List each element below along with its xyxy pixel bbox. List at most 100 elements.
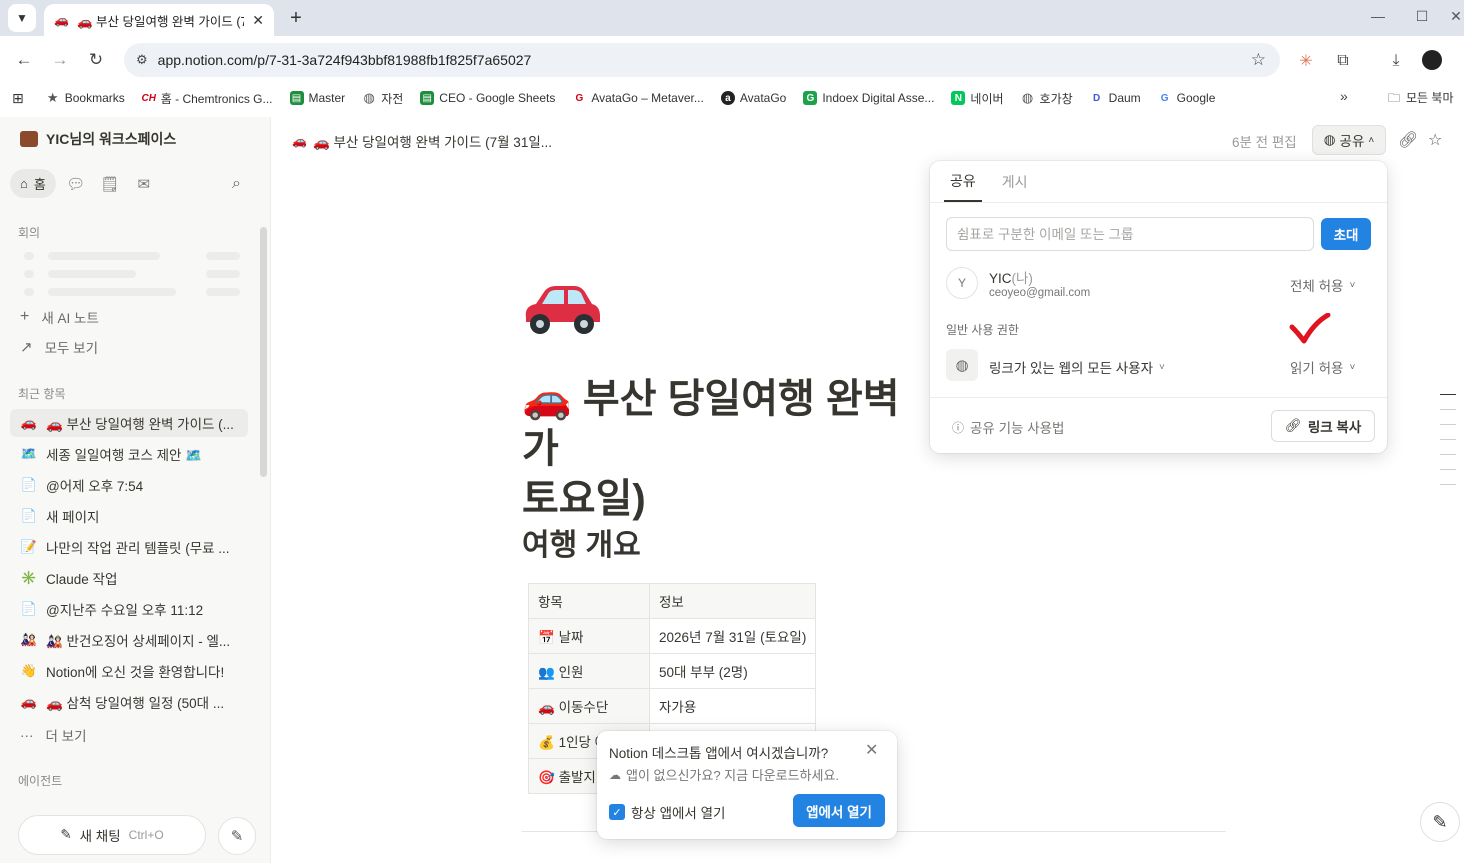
reload-button[interactable]: ↻ xyxy=(84,48,108,72)
copy-link-button[interactable]: 🔗︎ 링크 복사 xyxy=(1271,410,1375,442)
bookmark-item[interactable]: ◍ 호가창 xyxy=(1021,90,1073,107)
bookmark-item[interactable]: ▤ CEO - Google Sheets xyxy=(420,91,555,105)
address-bar: ← → ↻ ⚙ app.notion.com/p/7-31-3a724f943b… xyxy=(0,36,1464,84)
chevron-up-icon: ˄ xyxy=(1368,134,1375,146)
bookmark-item[interactable]: ◍ 자전 xyxy=(362,90,404,107)
more-button[interactable]: ··· 더 보기 xyxy=(20,725,87,745)
open-in-app-toast: Notion 데스크톱 앱에서 여시겠습니까? ✕ ☁ 앱이 없으신가요? 지금… xyxy=(597,731,897,839)
bookmark-item[interactable]: CH 홈 - Chemtronics G... xyxy=(142,90,273,107)
compose-icon[interactable]: ✎ xyxy=(218,817,256,855)
share-help-link[interactable]: ⓘ 공유 기능 사용법 xyxy=(952,417,1064,437)
table-header[interactable]: 정보 xyxy=(648,583,817,619)
url-text[interactable]: app.notion.com/p/7-31-3a724f943bbf81988f… xyxy=(158,52,1251,68)
close-window-button[interactable]: ✕ xyxy=(1446,8,1464,25)
new-tab-button[interactable]: + xyxy=(284,6,308,30)
browser-tab-active[interactable]: 🚗 🚗 부산 당일여행 완벽 가이드 (7월 ✕ xyxy=(44,4,274,36)
bookmark-item[interactable]: ▤ Master xyxy=(289,91,345,105)
sidebar-item-task-template[interactable]: 📝 나만의 작업 관리 템플릿 (무료 ... xyxy=(10,533,248,561)
more-bookmarks-icon[interactable]: » xyxy=(1340,88,1348,104)
page-title[interactable]: 🚗 부산 당일여행 완벽 가 토요일) xyxy=(522,374,932,524)
globe-icon: ◍ xyxy=(363,90,375,105)
bookmark-item[interactable]: D Daum xyxy=(1090,91,1141,105)
new-chat-button[interactable]: ✎ 새 채팅 Ctrl+O xyxy=(18,815,206,855)
omnibox[interactable]: ⚙ app.notion.com/p/7-31-3a724f943bbf8198… xyxy=(124,43,1280,77)
globe-icon: ◍ xyxy=(946,349,978,381)
section-heading[interactable]: 여행 개요 xyxy=(522,520,641,564)
forward-button[interactable]: → xyxy=(48,48,72,72)
tab-share[interactable]: 공유 xyxy=(944,161,982,202)
bookmark-item[interactable]: ★ Bookmarks xyxy=(46,90,125,105)
bookmark-item[interactable]: G AvataGo – Metaver... xyxy=(572,91,703,105)
skeleton-row xyxy=(206,288,240,296)
minimize-button[interactable]: — xyxy=(1368,8,1388,24)
divider xyxy=(930,202,1387,203)
download-app-link[interactable]: ☁ 앱이 없으신가요? 지금 다운로드하세요. xyxy=(609,765,839,784)
bookmark-item[interactable]: a AvataGo xyxy=(720,91,786,105)
sidebar-item-squid-detail[interactable]: 🎎 🎎 반건오징어 상세페이지 - 엘... xyxy=(10,626,248,654)
general-access-dropdown[interactable]: 링크가 있는 웹의 모든 사용자 ˅ xyxy=(989,357,1165,377)
sidebar-item-last-wednesday[interactable]: 📄 @지난주 수요일 오후 11:12 xyxy=(10,595,248,623)
money-bag-icon: 💰 xyxy=(538,735,555,750)
sidebar-item-yesterday[interactable]: 📄 @어제 오후 7:54 xyxy=(10,471,248,499)
bookmark-item[interactable]: G Google xyxy=(1158,91,1216,105)
inbox-icon[interactable]: ✉︎ xyxy=(130,170,158,198)
share-button[interactable]: ◍ 공유 ˄ xyxy=(1312,125,1386,155)
table-cell[interactable]: 50대 부부 (2명) xyxy=(648,653,817,689)
sheets-icon: ▤ xyxy=(420,91,435,105)
bookmark-star-icon[interactable]: ☆ xyxy=(1251,50,1266,70)
tab-search-button[interactable]: ▼ xyxy=(8,4,36,32)
bookmark-item[interactable]: G Indoex Digital Asse... xyxy=(803,91,934,105)
sidebar-item-claude[interactable]: ✳️ Claude 작업 xyxy=(10,564,248,592)
extensions-icon[interactable]: ⧉ xyxy=(1332,50,1354,72)
sidebar-scrollbar[interactable] xyxy=(260,227,267,477)
meetings-section-label: 회의 xyxy=(18,226,41,240)
ai-assistant-icon[interactable]: ✎ xyxy=(1420,802,1460,842)
maximize-button[interactable]: ☐ xyxy=(1412,8,1432,25)
member-permission-dropdown[interactable]: 전체 허용 ˅ xyxy=(1290,275,1355,295)
invite-button[interactable]: 초대 xyxy=(1321,218,1371,250)
breadcrumb[interactable]: 🚗 🚗 부산 당일여행 완벽 가이드 (7월 31일... xyxy=(292,131,552,151)
share-popover: 공유 게시 초대 Y YIC(나) ceoyeo@gmail.com 전체 허용… xyxy=(930,161,1387,453)
table-row: 📅 날짜 2026년 7월 31일 (토요일) xyxy=(528,618,817,654)
checkbox-checked-icon: ✓ xyxy=(609,804,625,820)
apps-icon[interactable]: ⊞ xyxy=(12,90,24,107)
page-car-icon xyxy=(525,286,600,334)
sidebar-item-busan[interactable]: 🚗 🚗 부산 당일여행 완벽 가이드 (... xyxy=(10,409,248,437)
download-icon[interactable]: ⤓ xyxy=(1385,50,1407,72)
home-button[interactable]: ⌂ 홈 xyxy=(10,169,56,198)
sidebar-item-sejong[interactable]: 🗺️ 세종 일일여행 코스 제안 🗺️ xyxy=(10,440,248,468)
profile-avatar[interactable] xyxy=(1422,50,1442,70)
site-info-icon[interactable]: ⚙ xyxy=(136,52,148,68)
table-cell[interactable]: 📅 날짜 xyxy=(528,618,650,654)
sidebar-item-welcome[interactable]: 👋 Notion에 오신 것을 환영합니다! xyxy=(10,657,248,685)
view-all-button[interactable]: ↗ 모두 보기 xyxy=(20,337,98,357)
sidebar-item-samcheok[interactable]: 🚗 🚗 삼척 당일여행 일정 (50대 ... xyxy=(10,688,248,716)
chat-icon[interactable]: 💬︎ xyxy=(62,170,90,198)
table-cell[interactable]: 자가용 xyxy=(648,688,817,724)
table-cell[interactable]: 2026년 7월 31일 (토요일) xyxy=(648,618,817,654)
general-permission-dropdown[interactable]: 읽기 허용 ˅ xyxy=(1290,357,1355,377)
close-icon[interactable]: ✕ xyxy=(865,740,878,760)
tab-publish[interactable]: 게시 xyxy=(996,161,1034,202)
avatago-icon: a xyxy=(720,91,735,105)
close-icon[interactable]: ✕ xyxy=(252,12,264,29)
workspace-switcher[interactable]: YIC님의 워크스페이스 xyxy=(20,129,176,149)
open-in-app-button[interactable]: 앱에서 열기 xyxy=(793,794,885,827)
skeleton-row xyxy=(206,252,240,260)
table-cell[interactable]: 👥 인원 xyxy=(528,653,650,689)
table-of-contents-minimap[interactable] xyxy=(1440,394,1456,499)
search-icon[interactable]: ⌕ xyxy=(232,175,241,193)
always-open-checkbox[interactable]: ✓ 항상 앱에서 열기 xyxy=(609,802,725,822)
bookmark-item[interactable]: N 네이버 xyxy=(951,90,1004,107)
claude-extension-icon[interactable]: ✳ xyxy=(1295,50,1317,72)
table-header[interactable]: 항목 xyxy=(528,583,650,619)
sidebar-item-new-page[interactable]: 📄 새 페이지 xyxy=(10,502,248,530)
all-bookmarks-folder[interactable]: 🗀 모든 북마 xyxy=(1388,89,1454,110)
favorite-star-icon[interactable]: ☆ xyxy=(1428,130,1442,150)
meeting-notes-icon[interactable]: 🗒︎ xyxy=(96,170,124,198)
invite-email-input[interactable] xyxy=(946,217,1314,251)
back-button[interactable]: ← xyxy=(12,48,36,72)
new-ai-note-button[interactable]: + 새 AI 노트 xyxy=(20,307,99,327)
link-icon[interactable]: 🔗︎ xyxy=(1398,130,1418,150)
table-cell[interactable]: 🚗 이동수단 xyxy=(528,688,650,724)
